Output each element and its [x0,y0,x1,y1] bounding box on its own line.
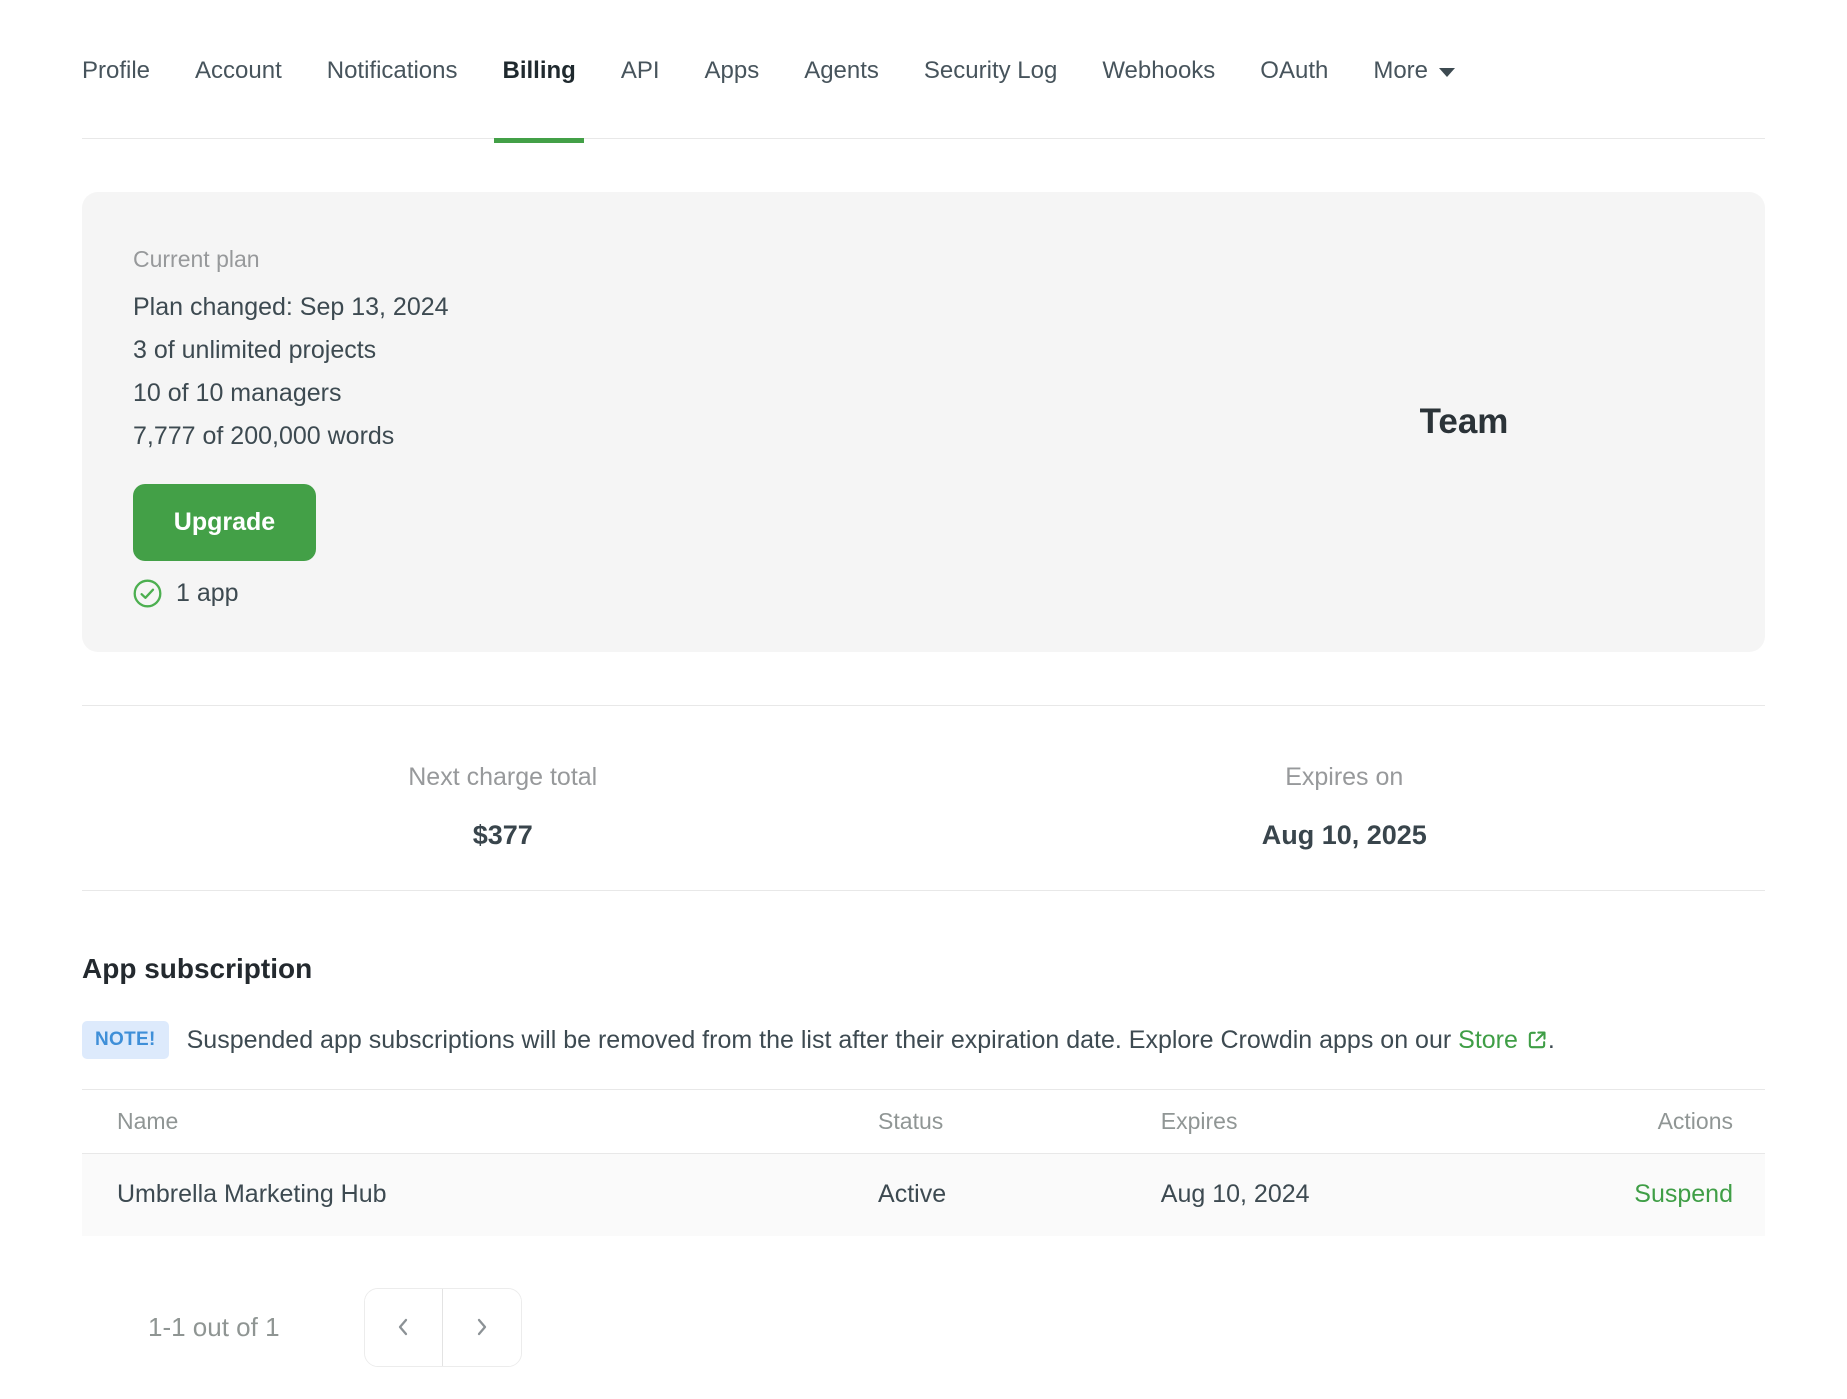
chevron-down-icon [1439,68,1456,77]
store-link[interactable]: Store [1458,1026,1518,1054]
external-link-icon [1528,1031,1546,1049]
check-circle-icon [133,579,162,607]
note-message: Suspended app subscriptions will be remo… [186,1026,1452,1054]
chevron-left-icon [398,1318,408,1336]
tab-agents[interactable]: Agents [804,56,879,86]
header-status: Status [878,1089,1161,1154]
app-subscription-title: App subscription [82,953,313,984]
plan-changed-text: Plan changed: Sep 13, 2024 [133,293,449,321]
projects-usage-text: 3 of unlimited projects [133,336,377,364]
pagination-summary: 1-1 out of 1 [148,1311,280,1342]
suspend-link[interactable]: Suspend [1634,1180,1733,1208]
next-page-button[interactable] [442,1288,521,1366]
tab-profile[interactable]: Profile [82,56,150,86]
section-divider [82,890,1765,891]
tab-billing[interactable]: Billing [494,56,585,143]
more-label: More [1373,57,1429,84]
next-charge-block: Next charge total $377 [82,762,924,852]
expires-block: Expires on Aug 10, 2025 [924,762,1766,852]
upgrade-button[interactable]: Upgrade [133,484,316,561]
note-line: NOTE! Suspended app subscriptions will b… [82,1021,1765,1059]
current-plan-card: Current plan Plan changed: Sep 13, 2024 … [82,192,1765,652]
tab-api[interactable]: API [621,56,660,86]
settings-tab-bar: Profile Account Notifications Billing AP… [82,0,1765,143]
tab-apps[interactable]: Apps [705,56,760,86]
current-plan-label: Current plan [133,246,260,272]
table-header-row: Name Status Expires Actions [82,1089,1765,1154]
tab-oauth[interactable]: OAuth [1260,56,1328,86]
tab-more[interactable]: More [1373,56,1456,86]
header-name: Name [82,1089,879,1154]
cell-expires: Aug 10, 2024 [1160,1153,1491,1236]
tab-webhooks[interactable]: Webhooks [1102,56,1215,86]
note-suffix: . [1547,1026,1555,1054]
tab-account[interactable]: Account [195,56,282,86]
apps-count-label: 1 app [176,578,239,607]
pager-buttons [363,1287,522,1367]
plan-name: Team [1419,402,1509,441]
tab-security-log[interactable]: Security Log [924,56,1057,86]
note-text: Suspended app subscriptions will be remo… [187,1024,1555,1056]
app-subscription-table: Name Status Expires Actions Umbrella Mar… [82,1089,1765,1236]
pagination: 1-1 out of 1 [82,1287,1765,1367]
note-badge: NOTE! [82,1021,169,1059]
table-row: Umbrella Marketing Hub Active Aug 10, 20… [82,1153,1765,1236]
chevron-right-icon [477,1318,486,1336]
tab-notifications[interactable]: Notifications [327,56,458,86]
billing-settings-page: Profile Account Notifications Billing AP… [0,0,1847,1367]
header-actions: Actions [1490,1089,1765,1154]
apps-count-line: 1 app [133,576,1765,610]
cell-app-name: Umbrella Marketing Hub [82,1153,879,1236]
next-charge-value: $377 [472,820,533,850]
billing-summary: Next charge total $377 Expires on Aug 10… [82,706,1765,890]
header-expires: Expires [1160,1089,1491,1154]
expires-value: Aug 10, 2025 [1261,820,1427,850]
cell-status: Active [878,1153,1161,1236]
next-charge-label: Next charge total [408,763,598,791]
expires-label: Expires on [1285,763,1404,791]
prev-page-button[interactable] [364,1288,443,1366]
